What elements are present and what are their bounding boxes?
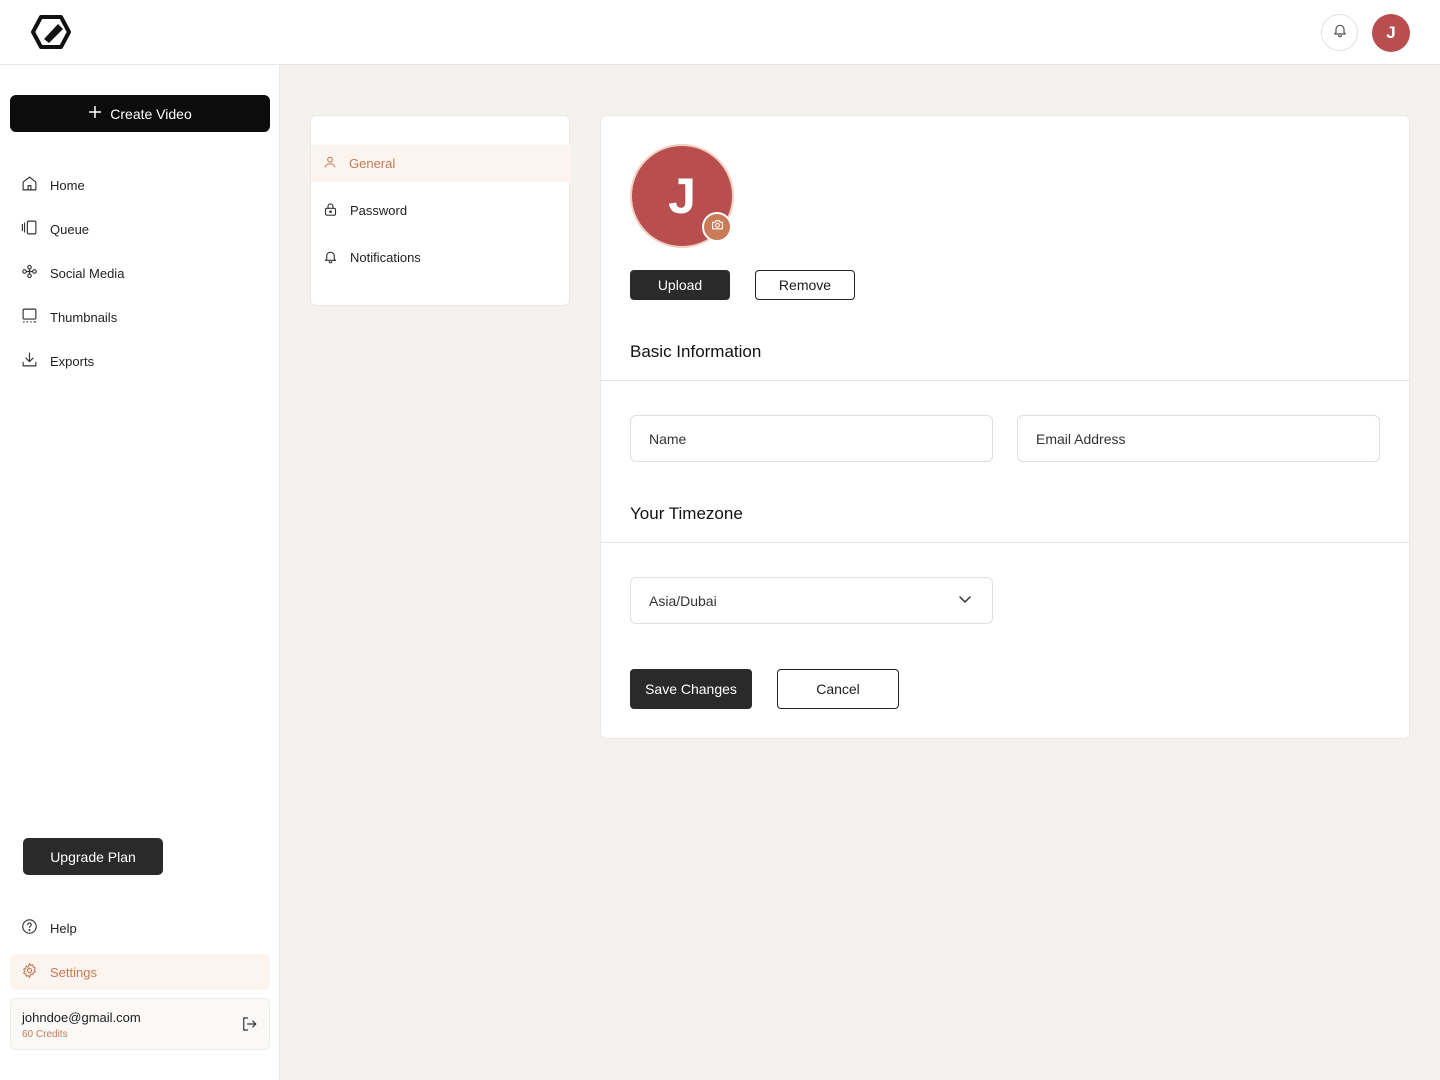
chevron-down-icon — [958, 592, 972, 609]
account-card: johndoe@gmail.com 60 Credits — [10, 998, 270, 1050]
timezone-select[interactable]: Asia/Dubai — [630, 577, 993, 624]
divider — [601, 542, 1409, 543]
cancel-button[interactable]: Cancel — [777, 669, 899, 709]
sidebar-item-label: Social Media — [50, 265, 125, 281]
user-avatar[interactable]: J — [1372, 14, 1410, 52]
settings-tab-label: Password — [350, 203, 408, 218]
settings-menu: General Password Notifications — [310, 115, 571, 306]
remove-button[interactable]: Remove — [755, 270, 855, 300]
upload-button[interactable]: Upload — [630, 270, 730, 300]
download-icon — [21, 351, 38, 371]
logout-icon[interactable] — [240, 1015, 258, 1038]
create-video-label: Create Video — [110, 105, 192, 122]
sidebar-item-home[interactable]: Home — [10, 167, 270, 203]
upgrade-plan-button[interactable]: Upgrade Plan — [23, 838, 163, 875]
notifications-button[interactable] — [1321, 14, 1358, 51]
sidebar-item-social-media[interactable]: Social Media — [10, 255, 270, 291]
timezone-value: Asia/Dubai — [649, 592, 717, 609]
home-icon — [21, 175, 38, 195]
save-changes-button[interactable]: Save Changes — [630, 669, 752, 709]
sidebar-item-queue[interactable]: Queue — [10, 211, 270, 247]
queue-icon — [21, 219, 38, 239]
settings-tab-general[interactable]: General — [311, 145, 571, 182]
sidebar-item-label: Thumbnails — [50, 309, 118, 325]
sidebar-item-thumbnails[interactable]: Thumbnails — [10, 299, 270, 335]
thumbnails-icon — [21, 307, 38, 327]
general-settings-panel: J Upload Remove Basic Information Name E… — [600, 115, 1410, 739]
sidebar-item-exports[interactable]: Exports — [10, 343, 270, 379]
settings-tab-label: Notifications — [350, 250, 421, 265]
divider — [601, 380, 1409, 381]
sidebar-item-help[interactable]: Help — [10, 910, 270, 946]
settings-tab-password[interactable]: Password — [311, 192, 571, 229]
bell-icon — [323, 249, 338, 267]
sidebar-item-label: Settings — [50, 964, 97, 980]
basic-information-title: Basic Information — [630, 342, 762, 361]
help-icon — [21, 918, 38, 938]
social-media-icon — [21, 263, 38, 283]
user-icon — [323, 155, 337, 172]
top-bar: J — [0, 0, 1440, 65]
gear-icon — [21, 962, 38, 982]
bell-icon — [1332, 22, 1348, 43]
settings-tab-notifications[interactable]: Notifications — [311, 239, 571, 276]
name-field[interactable]: Name — [630, 415, 993, 462]
plus-icon — [88, 105, 102, 122]
sidebar-item-label: Queue — [50, 221, 90, 237]
sidebar-item-label: Help — [50, 920, 77, 936]
timezone-title: Your Timezone — [630, 504, 743, 523]
settings-tab-label: General — [349, 156, 396, 171]
account-email: johndoe@gmail.com — [22, 1010, 141, 1025]
camera-icon — [711, 218, 724, 236]
sidebar-item-settings[interactable]: Settings — [10, 954, 270, 990]
change-photo-button[interactable] — [702, 212, 732, 242]
sidebar-item-label: Home — [50, 177, 85, 193]
create-video-button[interactable]: Create Video — [10, 95, 270, 132]
lock-icon — [323, 202, 338, 220]
logo-icon[interactable] — [30, 14, 72, 50]
email-field[interactable]: Email Address — [1017, 415, 1380, 462]
sidebar-item-label: Exports — [50, 353, 95, 369]
sidebar: Create Video Home Queue Social Media Thu… — [0, 65, 280, 1080]
credits-badge: 60 Credits — [22, 1029, 68, 1040]
